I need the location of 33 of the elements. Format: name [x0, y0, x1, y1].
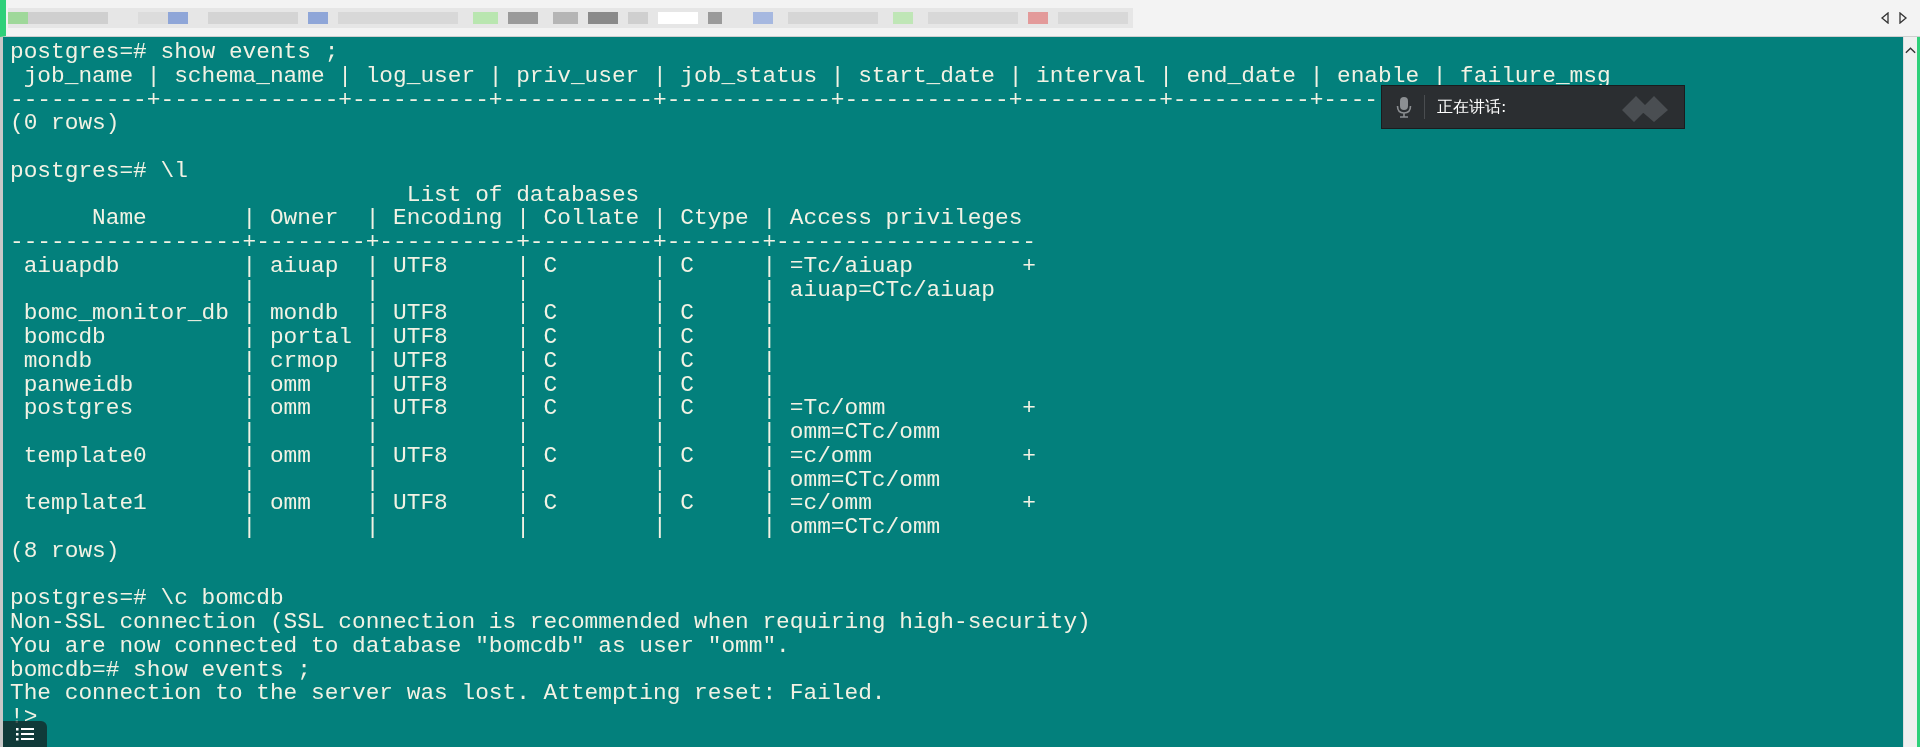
terminal-line: postgres=# \l: [10, 159, 188, 184]
terminal-line: postgres | omm | UTF8 | C | C | =Tc/omm +: [22, 397, 1037, 421]
speaking-label: 正在讲话:: [1437, 96, 1507, 118]
terminal-line: template0 | omm | UTF8 | C | C | =c/omm +: [22, 444, 1037, 469]
terminal-line: ----------+-------------+----------+-----------+------------+------------+----------+----------+----: [10, 88, 1379, 113]
terminal-line: (8 rows): [10, 539, 120, 564]
terminal-line: You are now connected to database "bomcdb" as user "omm".: [10, 634, 790, 659]
microphone-icon: [1396, 96, 1412, 118]
terminal-line: bomcdb=# show events ;: [10, 658, 311, 683]
terminal-line: | | | | | omm=CTc/omm: [241, 516, 941, 540]
terminal-line: Non-SSL connection (SSL connection is recommended when requiring high-security): [10, 611, 1091, 635]
terminal-line: postgres=# \c bomcdb: [10, 587, 284, 611]
terminal-line: panweidb | omm | UTF8 | C | C |: [22, 373, 777, 398]
terminal-line: -----------------+--------+----------+---------+-------+-------------------: [10, 231, 1037, 255]
terminal-line: | | | | | aiuap=CTc/aiuap: [241, 278, 995, 303]
scroll-right-icon[interactable]: [1898, 12, 1908, 24]
terminal-line: Name | Owner | Encoding | Collate | Ctype | Access privileges: [91, 207, 1023, 231]
terminal-line: template1 | omm | UTF8 | C | C | =c/omm +: [22, 492, 1037, 516]
terminal-line: | | | | | omm=CTc/omm: [241, 421, 941, 445]
terminal-line: bomc_monitor_db | mondb | UTF8 | C | C |: [22, 302, 777, 326]
terminal-line: (0 rows): [10, 112, 120, 136]
terminal-line: List of databases: [405, 183, 640, 208]
terminal-line: bomcdb | portal | UTF8 | C | C |: [22, 326, 777, 350]
list-icon: [16, 727, 34, 741]
terminal-line: mondb | crmop | UTF8 | C | C |: [22, 349, 777, 374]
scroll-up-icon[interactable]: [1904, 45, 1917, 55]
terminal-line: aiuapdb | aiuap | UTF8 | C | C | =Tc/aiuap +: [22, 254, 1037, 279]
terminal-line: The connection to the server was lost. Attempting reset: Failed.: [10, 682, 886, 706]
terminal-line: | | | | | omm=CTc/omm: [241, 468, 941, 493]
terminal-line: postgres=# show events ;: [10, 41, 339, 65]
terminal-line: !>: [10, 706, 38, 730]
list-button[interactable]: [3, 721, 47, 747]
scroll-left-icon[interactable]: [1880, 12, 1890, 24]
